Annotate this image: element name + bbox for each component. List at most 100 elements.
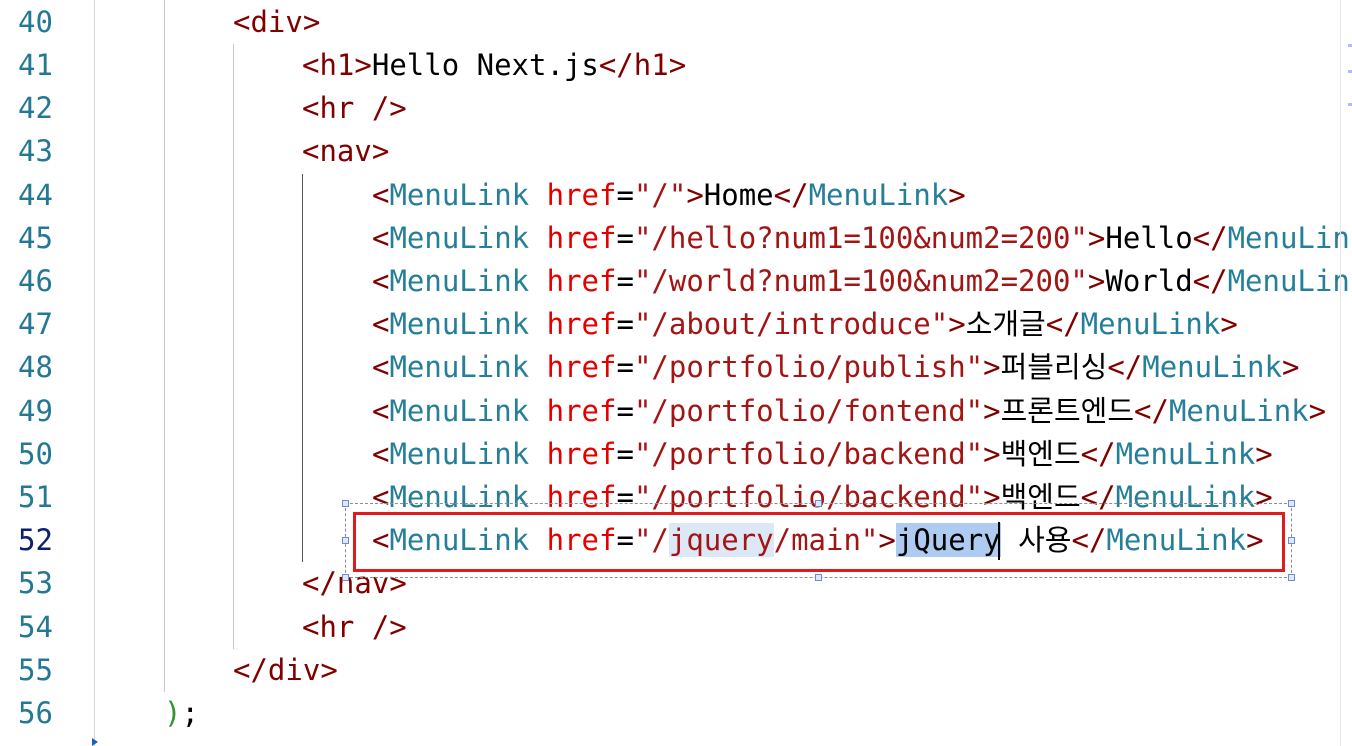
token-semicolon: ; [181, 696, 199, 730]
scrollbar-marker [1348, 103, 1352, 106]
token-bracket: </ [1080, 437, 1116, 471]
token-bracket: < [372, 178, 390, 212]
token-text: 퍼블리싱 [1000, 350, 1108, 384]
code-line-43[interactable]: <nav> [302, 130, 389, 173]
token-bracket: > [1308, 394, 1327, 428]
token-equals: = [616, 307, 634, 341]
token-component: MenuLink [389, 264, 530, 298]
token-bracket: > [1087, 264, 1106, 298]
code-line-48[interactable]: <MenuLink href="/portfolio/publish">퍼블리싱… [372, 346, 1299, 389]
token-bracket: > [686, 178, 704, 212]
code-line-50[interactable]: <MenuLink href="/portfolio/backend">백엔드<… [372, 433, 1273, 476]
line-number: 56 [18, 696, 53, 730]
token-bracket: > [371, 134, 390, 168]
token-bracket: < [233, 5, 251, 39]
line-number: 40 [18, 5, 53, 39]
token-component: MenuLink [1115, 437, 1256, 471]
token-string: "/portfolio/backend" [633, 437, 984, 471]
resize-handle-top-left[interactable] [342, 500, 349, 507]
resize-handle-bottom[interactable] [815, 574, 822, 581]
token-component: MenuLink [389, 350, 530, 384]
token-string: "/portfolio/publish" [633, 350, 984, 384]
resize-handle-bottom-left[interactable] [342, 574, 349, 581]
code-editor[interactable]: 40 41 42 43 44 45 46 47 48 49 50 51 52 5… [0, 0, 1352, 746]
line-number: 46 [18, 264, 53, 298]
gutter-divider [94, 0, 95, 746]
line-number: 53 [18, 566, 53, 600]
token-string: "/" [633, 178, 687, 212]
code-line-45[interactable]: <MenuLink href="/hello?num1=100&num2=200… [372, 217, 1350, 260]
token-tag: hr [319, 91, 355, 125]
token-tag: hr [319, 610, 355, 644]
scrollbar-marker [1348, 70, 1352, 73]
line-number: 48 [18, 350, 53, 384]
token-bracket: > [983, 350, 1001, 384]
token-tag: div [267, 653, 321, 687]
token-bracket: < [302, 91, 320, 125]
token-bracket: </ [233, 653, 268, 687]
token-bracket: < [372, 437, 390, 471]
token-equals: = [616, 264, 634, 298]
code-line-47[interactable]: <MenuLink href="/about/introduce">소개글</M… [372, 303, 1238, 346]
token-component: MenuLink [1080, 307, 1221, 341]
code-line-42[interactable]: <hr /> [302, 87, 407, 130]
code-line-54[interactable]: <hr /> [302, 606, 407, 649]
resize-handle-right[interactable] [1288, 537, 1295, 544]
token-component: MenuLink [389, 394, 530, 428]
code-line-56[interactable]: ); [164, 692, 199, 735]
token-string: "/world?num1=100&num2=200" [633, 264, 1088, 298]
token-bracket: < [302, 48, 320, 82]
token-attribute: href [546, 178, 617, 212]
token-attribute: href [546, 350, 617, 384]
token-bracket: </ [1192, 221, 1228, 255]
token-bracket: > [320, 653, 338, 687]
token-tag: nav [319, 134, 372, 168]
resize-handle-bottom-right[interactable] [1288, 574, 1295, 581]
token-bracket: > [1087, 221, 1106, 255]
token-bracket: /> [354, 91, 407, 125]
token-attribute: href [546, 221, 617, 255]
line-number: 47 [18, 307, 53, 341]
arrow-icon [92, 738, 98, 746]
token-component: MenuLink [389, 307, 530, 341]
line-number: 49 [18, 394, 53, 428]
token-bracket: < [372, 350, 390, 384]
code-line-46[interactable]: <MenuLink href="/world?num1=100&num2=200… [372, 260, 1350, 303]
token-bracket: > [354, 48, 372, 82]
code-line-41[interactable]: <h1>Hello Next.js</h1> [302, 44, 686, 87]
token-bracket: > [983, 437, 1001, 471]
token-text: 백엔드 [1000, 437, 1081, 471]
code-line-40[interactable]: <div> [233, 1, 320, 44]
line-number: 45 [18, 221, 53, 255]
token-bracket: </ [1045, 307, 1081, 341]
token-text: Home [703, 178, 774, 212]
token-bracket: > [1220, 307, 1238, 341]
line-number: 44 [18, 178, 53, 212]
token-attribute: href [546, 437, 617, 471]
highlight-annotation-box [353, 512, 1285, 572]
code-line-44[interactable]: <MenuLink href="/">Home</MenuLink> [372, 174, 966, 217]
token-bracket: </ [1192, 264, 1228, 298]
token-component: MenuLink [389, 178, 530, 212]
token-bracket: /> [354, 610, 407, 644]
line-number: 42 [18, 91, 53, 125]
indent-guide [233, 44, 234, 649]
code-line-55[interactable]: </div> [233, 649, 338, 692]
resize-handle-left[interactable] [342, 537, 349, 544]
indent-guide [164, 0, 165, 692]
line-number: 51 [18, 480, 53, 514]
token-bracket: </ [598, 48, 634, 82]
token-equals: = [616, 350, 634, 384]
token-equals: = [616, 221, 634, 255]
code-line-49[interactable]: <MenuLink href="/portfolio/fontend">프론트엔… [372, 390, 1326, 433]
token-bracket: < [372, 264, 390, 298]
resize-handle-top-right[interactable] [1288, 500, 1295, 507]
token-tag: h1 [633, 48, 669, 82]
token-bracket: </ [773, 178, 809, 212]
token-bracket: < [372, 394, 390, 428]
resize-handle-top[interactable] [815, 500, 822, 507]
token-bracket: < [372, 221, 390, 255]
line-number: 54 [18, 610, 53, 644]
token-bracket: > [983, 394, 1001, 428]
line-number: 41 [18, 48, 53, 82]
